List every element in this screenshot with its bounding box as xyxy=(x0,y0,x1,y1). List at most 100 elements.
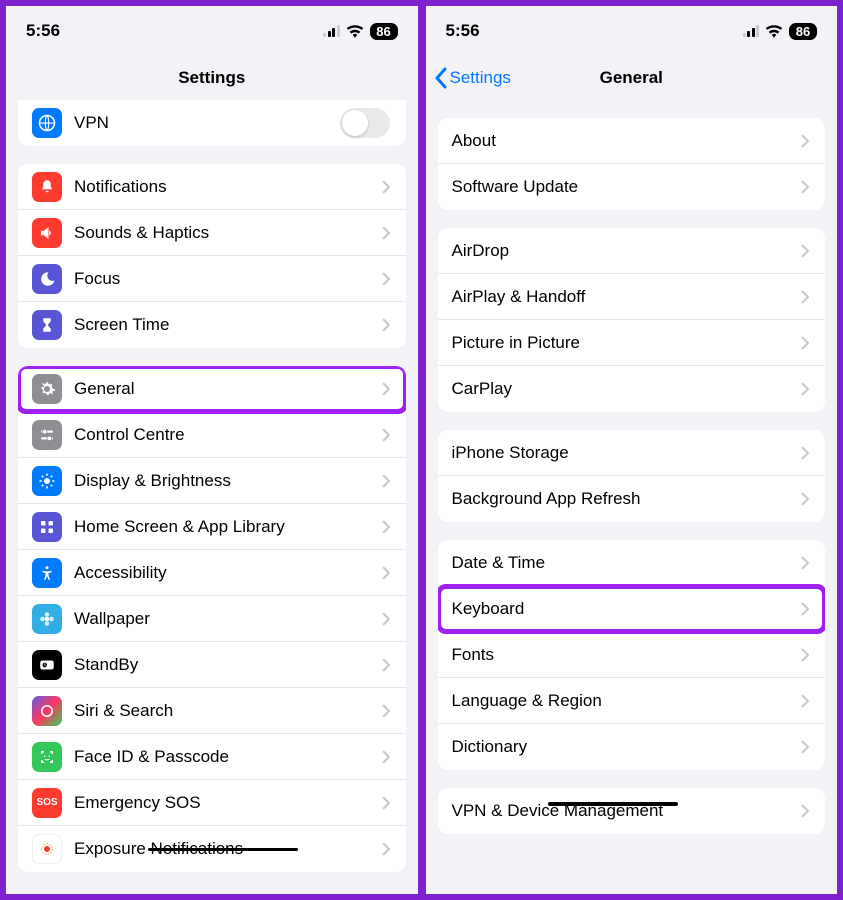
row-label: Software Update xyxy=(452,177,802,197)
gear-icon xyxy=(32,374,62,404)
row-carplay[interactable]: CarPlay xyxy=(438,366,826,412)
row-label: Date & Time xyxy=(452,553,802,573)
hourglass-icon xyxy=(32,310,62,340)
signal-icon xyxy=(323,25,340,37)
group-datetime: Date & Time Keyboard Fonts Language & Re… xyxy=(438,540,826,770)
chevron-right-icon xyxy=(801,446,809,460)
status-time: 5:56 xyxy=(446,21,480,41)
row-label: StandBy xyxy=(74,655,382,675)
globe-icon xyxy=(32,108,62,138)
row-standby[interactable]: StandBy xyxy=(18,642,406,688)
back-label: Settings xyxy=(450,68,511,88)
group-vpn-mgmt: VPN & Device Management xyxy=(438,788,826,834)
group-about: About Software Update xyxy=(438,118,826,210)
row-sos[interactable]: SOS Emergency SOS xyxy=(18,780,406,826)
row-language[interactable]: Language & Region xyxy=(438,678,826,724)
row-label: Keyboard xyxy=(452,599,802,619)
row-keyboard[interactable]: Keyboard xyxy=(438,586,826,632)
row-fonts[interactable]: Fonts xyxy=(438,632,826,678)
chevron-right-icon xyxy=(801,244,809,258)
row-sounds[interactable]: Sounds & Haptics xyxy=(18,210,406,256)
status-time: 5:56 xyxy=(26,21,60,41)
row-software-update[interactable]: Software Update xyxy=(438,164,826,210)
row-screentime[interactable]: Screen Time xyxy=(18,302,406,348)
chevron-right-icon xyxy=(382,658,390,672)
chevron-right-icon xyxy=(801,336,809,350)
row-focus[interactable]: Focus xyxy=(18,256,406,302)
chevron-right-icon xyxy=(801,602,809,616)
chevron-right-icon xyxy=(801,804,809,818)
nav-bar: Settings General xyxy=(426,56,838,100)
chevron-right-icon xyxy=(382,520,390,534)
row-pip[interactable]: Picture in Picture xyxy=(438,320,826,366)
row-label: Wallpaper xyxy=(74,609,382,629)
moon-icon xyxy=(32,264,62,294)
chevron-right-icon xyxy=(382,428,390,442)
chevron-right-icon xyxy=(382,612,390,626)
general-screen: 5:56 86 Settings General About Software … xyxy=(426,6,838,894)
chevron-right-icon xyxy=(801,694,809,708)
chevron-right-icon xyxy=(801,492,809,506)
vpn-toggle[interactable] xyxy=(340,108,390,138)
row-label: Emergency SOS xyxy=(74,793,382,813)
row-faceid[interactable]: Face ID & Passcode xyxy=(18,734,406,780)
wifi-icon xyxy=(765,24,783,38)
status-bar: 5:56 86 xyxy=(426,6,838,56)
redaction xyxy=(548,802,678,806)
settings-scroll[interactable]: VPN Notifications Sounds & Haptics Focus xyxy=(6,100,418,894)
row-display[interactable]: Display & Brightness xyxy=(18,458,406,504)
chevron-right-icon xyxy=(382,318,390,332)
grid-icon xyxy=(32,512,62,542)
row-bgrefresh[interactable]: Background App Refresh xyxy=(438,476,826,522)
chevron-right-icon xyxy=(801,180,809,194)
row-vpn-mgmt[interactable]: VPN & Device Management xyxy=(438,788,826,834)
chevron-right-icon xyxy=(382,180,390,194)
row-label: Fonts xyxy=(452,645,802,665)
row-accessibility[interactable]: Accessibility xyxy=(18,550,406,596)
battery-icon: 86 xyxy=(789,23,817,40)
group-general: General Control Centre Display & Brightn… xyxy=(18,366,406,872)
row-label: Display & Brightness xyxy=(74,471,382,491)
back-button[interactable]: Settings xyxy=(434,67,511,89)
row-label: Background App Refresh xyxy=(452,489,802,509)
chevron-right-icon xyxy=(382,474,390,488)
group-notifications: Notifications Sounds & Haptics Focus Scr… xyxy=(18,164,406,348)
row-airdrop[interactable]: AirDrop xyxy=(438,228,826,274)
row-label: AirDrop xyxy=(452,241,802,261)
siri-icon xyxy=(32,696,62,726)
row-siri[interactable]: Siri & Search xyxy=(18,688,406,734)
row-dictionary[interactable]: Dictionary xyxy=(438,724,826,770)
signal-icon xyxy=(743,25,760,37)
chevron-right-icon xyxy=(382,272,390,286)
general-scroll[interactable]: About Software Update AirDrop AirPlay & … xyxy=(426,100,838,894)
row-datetime[interactable]: Date & Time xyxy=(438,540,826,586)
row-homescreen[interactable]: Home Screen & App Library xyxy=(18,504,406,550)
row-wallpaper[interactable]: Wallpaper xyxy=(18,596,406,642)
chevron-right-icon xyxy=(801,134,809,148)
row-label: Picture in Picture xyxy=(452,333,802,353)
row-label: VPN xyxy=(74,113,340,133)
settings-screen: 5:56 86 Settings VPN Notifications xyxy=(6,6,418,894)
row-notifications[interactable]: Notifications xyxy=(18,164,406,210)
row-airplay[interactable]: AirPlay & Handoff xyxy=(438,274,826,320)
row-storage[interactable]: iPhone Storage xyxy=(438,430,826,476)
chevron-right-icon xyxy=(801,648,809,662)
row-label: Face ID & Passcode xyxy=(74,747,382,767)
chevron-right-icon xyxy=(382,796,390,810)
chevron-right-icon xyxy=(382,704,390,718)
row-label: Home Screen & App Library xyxy=(74,517,382,537)
row-control-centre[interactable]: Control Centre xyxy=(18,412,406,458)
row-general[interactable]: General xyxy=(18,366,406,412)
chevron-right-icon xyxy=(801,290,809,304)
status-right: 86 xyxy=(743,23,818,40)
row-label: CarPlay xyxy=(452,379,802,399)
row-exposure[interactable]: Exposure Notifications xyxy=(18,826,406,872)
sos-icon: SOS xyxy=(32,788,62,818)
row-about[interactable]: About xyxy=(438,118,826,164)
page-title: Settings xyxy=(178,68,245,88)
row-label: Control Centre xyxy=(74,425,382,445)
chevron-left-icon xyxy=(434,67,448,89)
row-vpn[interactable]: VPN xyxy=(18,100,406,146)
accessibility-icon xyxy=(32,558,62,588)
nav-bar: Settings xyxy=(6,56,418,100)
